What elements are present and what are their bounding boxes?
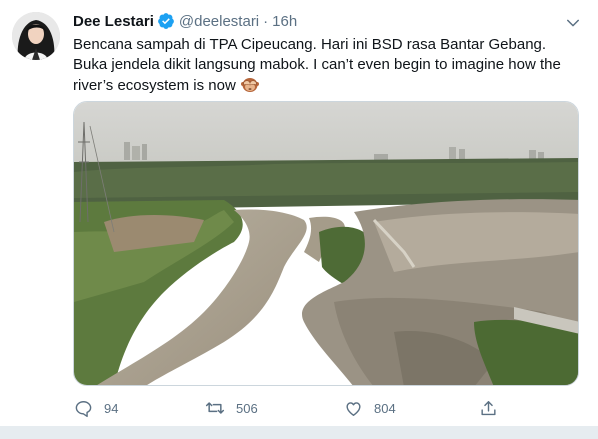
like-count: 804 (374, 400, 396, 416)
heart-icon (343, 398, 363, 418)
landfill-river-photo (74, 102, 578, 385)
reply-icon (73, 398, 93, 418)
verified-badge-icon (157, 12, 175, 30)
tweet-text-line: Bencana sampah di TPA Cipeucang. Hari in… (73, 36, 547, 53)
retweet-count: 506 (236, 400, 258, 416)
author-display-name[interactable]: Dee Lestari (73, 13, 154, 30)
see-no-evil-monkey-icon (240, 75, 259, 93)
tweet-text-line: river’s ecosystem is now (73, 77, 236, 94)
tweet-actions: 94 506 804 (73, 396, 579, 420)
share-icon (478, 398, 498, 418)
avatar[interactable] (12, 12, 60, 60)
tweet-text-line-last: river’s ecosystem is now (73, 75, 578, 96)
tweet-media-photo[interactable] (73, 101, 579, 386)
author-handle[interactable]: @deelestari (179, 13, 259, 30)
tweet-text-line: Buka jendela dikit langsung mabok. I can… (73, 56, 561, 73)
retweet-icon (205, 398, 225, 418)
tweet-text: Bencana sampah di TPA Cipeucang. Hari in… (73, 35, 578, 96)
tweet-header: Dee Lestari @deelestari · 16h (73, 11, 297, 31)
share-button[interactable] (478, 396, 498, 420)
like-button[interactable]: 804 (343, 396, 396, 420)
retweet-button[interactable]: 506 (205, 396, 258, 420)
separator-dot: · (263, 12, 269, 30)
chevron-down-icon[interactable] (562, 12, 584, 34)
tweet-card[interactable]: Dee Lestari @deelestari · 16h Bencana sa… (0, 0, 598, 439)
avatar-image (12, 12, 60, 60)
reply-button[interactable]: 94 (73, 396, 118, 420)
reply-count: 94 (104, 400, 119, 416)
timeline-divider (0, 426, 598, 439)
tweet-timestamp[interactable]: 16h (272, 13, 297, 30)
